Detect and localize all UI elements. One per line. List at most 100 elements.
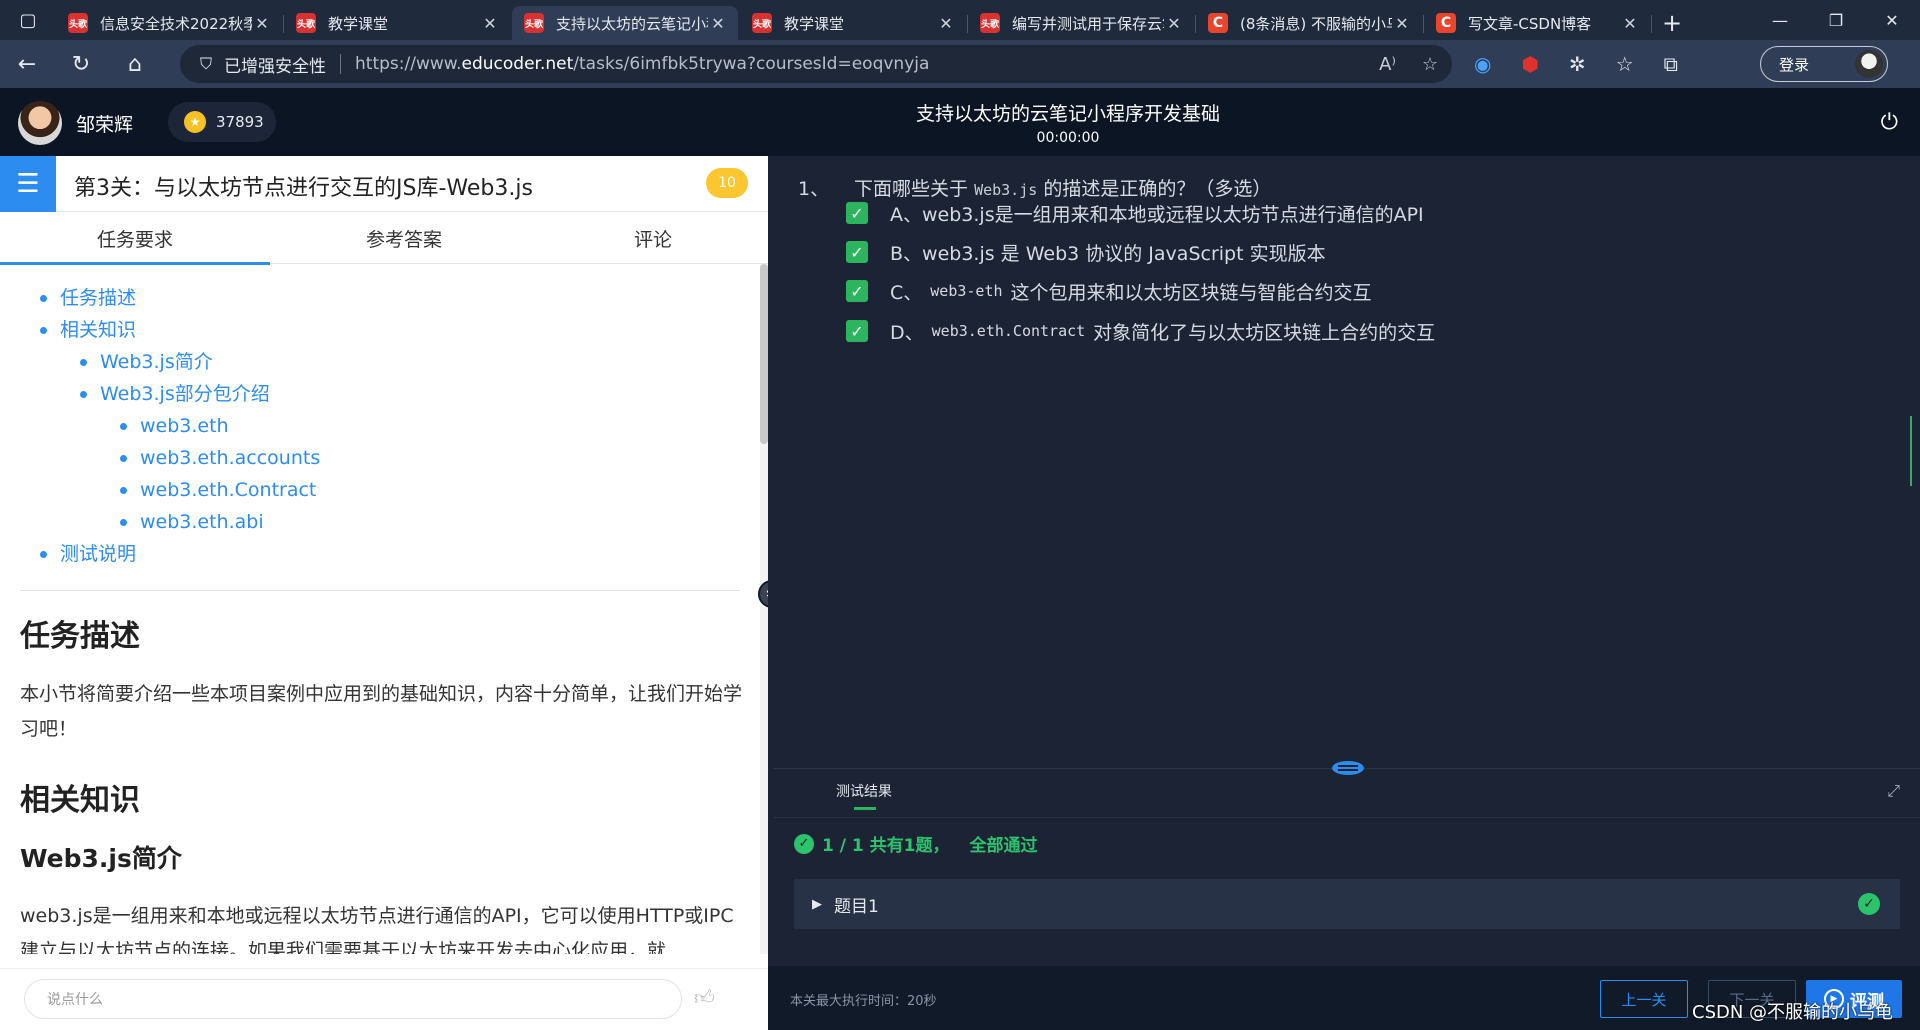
favorites-icon[interactable]: ☆: [1616, 52, 1634, 76]
toc-link[interactable]: web3.eth.accounts: [20, 442, 740, 474]
tab-reference-answer[interactable]: 参考答案: [270, 212, 538, 264]
menu-icon[interactable]: ☰: [0, 156, 56, 212]
answer-option[interactable]: ✓ B、 web3.js 是 Web3 协议的 JavaScript 实现版本: [846, 237, 1326, 267]
expand-arrow-icon: ▶: [812, 896, 822, 912]
checkbox[interactable]: ✓: [846, 320, 868, 342]
option-code: web3-eth: [930, 282, 1003, 300]
checkbox[interactable]: ✓: [846, 241, 868, 263]
task-content: 任务描述 相关知识 Web3.js简介 Web3.js部分包介绍 web3.eth web…: [0, 264, 760, 954]
address-bar-actions: A⁾ ☆: [1379, 45, 1438, 83]
educoder-favicon-icon: 头歌: [296, 13, 316, 33]
option-letter: C、: [890, 281, 923, 304]
tab-label: 教学课堂: [784, 14, 845, 33]
home-icon[interactable]: ⌂: [108, 40, 162, 88]
results-drag-handle[interactable]: [1332, 761, 1364, 775]
toc-link[interactable]: web3.eth.Contract: [20, 474, 740, 506]
toc-link[interactable]: Web3.js部分包介绍: [20, 378, 740, 410]
tab-label: 信息安全技术2022秋季: [100, 14, 252, 33]
scrollbar-thumb[interactable]: [760, 264, 768, 444]
toc-link[interactable]: 任务描述: [20, 282, 740, 314]
heading-related-knowledge: 相关知识: [20, 783, 140, 818]
test-case-label: 题目1: [834, 896, 879, 917]
close-tab-icon[interactable]: ✕: [1620, 14, 1640, 33]
like-icon[interactable]: 👍︎: [694, 985, 715, 1010]
close-tab-icon[interactable]: ✕: [936, 14, 956, 33]
answer-option[interactable]: ✓ A、 web3.js是一组用来和本地或远程以太坊节点进行通信的API: [846, 198, 1424, 228]
browser-tab[interactable]: 头歌支持以太坊的云笔记小程序✕: [512, 6, 738, 40]
question-number: 1、: [798, 178, 830, 200]
educoder-favicon-icon: 头歌: [524, 13, 544, 33]
checkbox[interactable]: ✓: [846, 280, 868, 302]
address-toolbar: ← ↻ ⌂ ⛉ 已增强安全性 https://www.educoder.net/…: [0, 40, 1920, 116]
shield-icon: ⛉: [200, 54, 213, 73]
toc-link[interactable]: Web3.js简介: [20, 346, 740, 378]
divider: [774, 817, 1920, 818]
browser-tab[interactable]: 头歌 教学课堂 ✕: [284, 6, 510, 40]
answer-option[interactable]: ✓ D、 web3.eth.Contract 对象简化了与以太坊区块链上合约的交互: [846, 316, 1435, 346]
back-icon[interactable]: ←: [0, 40, 54, 88]
browser-tab[interactable]: 头歌 教学课堂 ✕: [740, 6, 968, 40]
toc-link[interactable]: 测试说明: [20, 538, 740, 570]
read-aloud-icon[interactable]: A⁾: [1379, 54, 1396, 75]
adblock-icon[interactable]: ⬢: [1521, 52, 1538, 76]
exec-time: 本关最大执行时间：20秒: [790, 994, 937, 1009]
collections-icon[interactable]: ⧉: [1664, 52, 1678, 76]
divider: [20, 590, 740, 591]
test-case-row[interactable]: ▶ 题目1 ✓: [794, 879, 1900, 929]
toc-link[interactable]: web3.eth.abi: [20, 506, 740, 538]
extensions-icon[interactable]: ✲: [1569, 52, 1586, 76]
close-tab-icon[interactable]: ✕: [1392, 14, 1412, 33]
power-icon[interactable]: ⏻: [1881, 110, 1898, 135]
close-window-icon[interactable]: ✕: [1864, 0, 1920, 40]
heading-web3-intro: Web3.js简介: [20, 844, 182, 873]
question-panel: 1、 下面哪些关于 Web3.js 的描述是正确的？（多选） ✓ A、 web3.js…: [768, 156, 1920, 1030]
close-tab-icon[interactable]: ✕: [1164, 14, 1184, 33]
tab-actions-icon[interactable]: ▢: [0, 0, 56, 40]
restore-icon[interactable]: ❐: [1808, 0, 1864, 40]
toc-link[interactable]: web3.eth: [20, 410, 740, 442]
address-bar[interactable]: ⛉ 已增强安全性 https://www.educoder.net/tasks/…: [180, 45, 1452, 83]
timer: 00:00:00: [1036, 130, 1100, 146]
toc-link[interactable]: 相关知识: [20, 314, 740, 346]
option-text: 对象简化了与以太坊区块链上合约的交互: [1093, 321, 1436, 344]
browser-tab[interactable]: 头歌编写并测试用于保存云笔记✕: [968, 6, 1196, 40]
add-favorite-icon[interactable]: ☆: [1422, 54, 1438, 75]
minimize-icon[interactable]: —: [1752, 0, 1808, 40]
divider: [340, 54, 342, 74]
option-text: web3.js 是 Web3 协议的 JavaScript 实现版本: [922, 242, 1326, 265]
new-tab-button[interactable]: +: [1652, 6, 1692, 40]
tab-test-results[interactable]: 测试结果: [836, 781, 892, 810]
answer-option[interactable]: ✓ C、 web3-eth 这个包用来和以太坊区块链与智能合约交互: [846, 276, 1372, 306]
browser-tab[interactable]: 头歌 信息安全技术2022秋季 ✕: [56, 6, 284, 40]
tab-label: 支持以太坊的云笔记小程序: [556, 14, 708, 33]
checkbox[interactable]: ✓: [846, 202, 868, 224]
tab-comments[interactable]: 评论: [538, 212, 768, 264]
stage-title: 第3关：与以太坊节点进行交互的JS库-Web3.js: [74, 176, 533, 201]
option-text: web3.js是一组用来和本地或远程以太坊节点进行通信的API: [922, 203, 1424, 226]
browser-tab[interactable]: C (8条消息) 不服输的小乌龟✕: [1196, 6, 1424, 40]
score-badge: 10: [706, 168, 748, 198]
educoder-favicon-icon: 头歌: [752, 13, 772, 33]
expand-icon[interactable]: ⤢: [1887, 781, 1900, 801]
comment-input[interactable]: 说点什么: [24, 979, 682, 1019]
extension-icons: ◉ ⬢ ✲ ☆ ⧉: [1474, 40, 1678, 88]
close-tab-icon[interactable]: ✕: [708, 14, 728, 33]
profile-login-button[interactable]: 登录: [1760, 46, 1888, 82]
pass-status: 全部通过: [969, 836, 1038, 856]
close-tab-icon[interactable]: ✕: [480, 14, 500, 33]
question-text: 1、 下面哪些关于 Web3.js 的描述是正确的？（多选）: [798, 174, 1271, 201]
code-minimap: [1910, 416, 1920, 486]
app-header: 邹荣辉 ★ 37893 支持以太坊的云笔记小程序开发基础 00:00:00 ⏻: [0, 88, 1920, 156]
close-tab-icon[interactable]: ✕: [252, 14, 272, 33]
tab-label: 编写并测试用于保存云笔记: [1012, 14, 1164, 33]
tab-separator: [1651, 15, 1652, 33]
refresh-icon[interactable]: ↻: [54, 40, 108, 88]
csdn-favicon-icon: C: [1208, 13, 1228, 33]
csdn-favicon-icon: C: [1436, 13, 1456, 33]
copilot-icon[interactable]: ◉: [1474, 52, 1491, 76]
prev-stage-button[interactable]: 上一关: [1600, 980, 1688, 1018]
browser-tab[interactable]: C 写文章-CSDN博客 ✕: [1424, 6, 1652, 40]
tab-task-requirements[interactable]: 任务要求: [0, 212, 270, 265]
watermark: CSDN @不服输的小乌龟: [1692, 1002, 1894, 1023]
url-text[interactable]: https://www.educoder.net/tasks/6imfbk5tr…: [355, 54, 929, 74]
